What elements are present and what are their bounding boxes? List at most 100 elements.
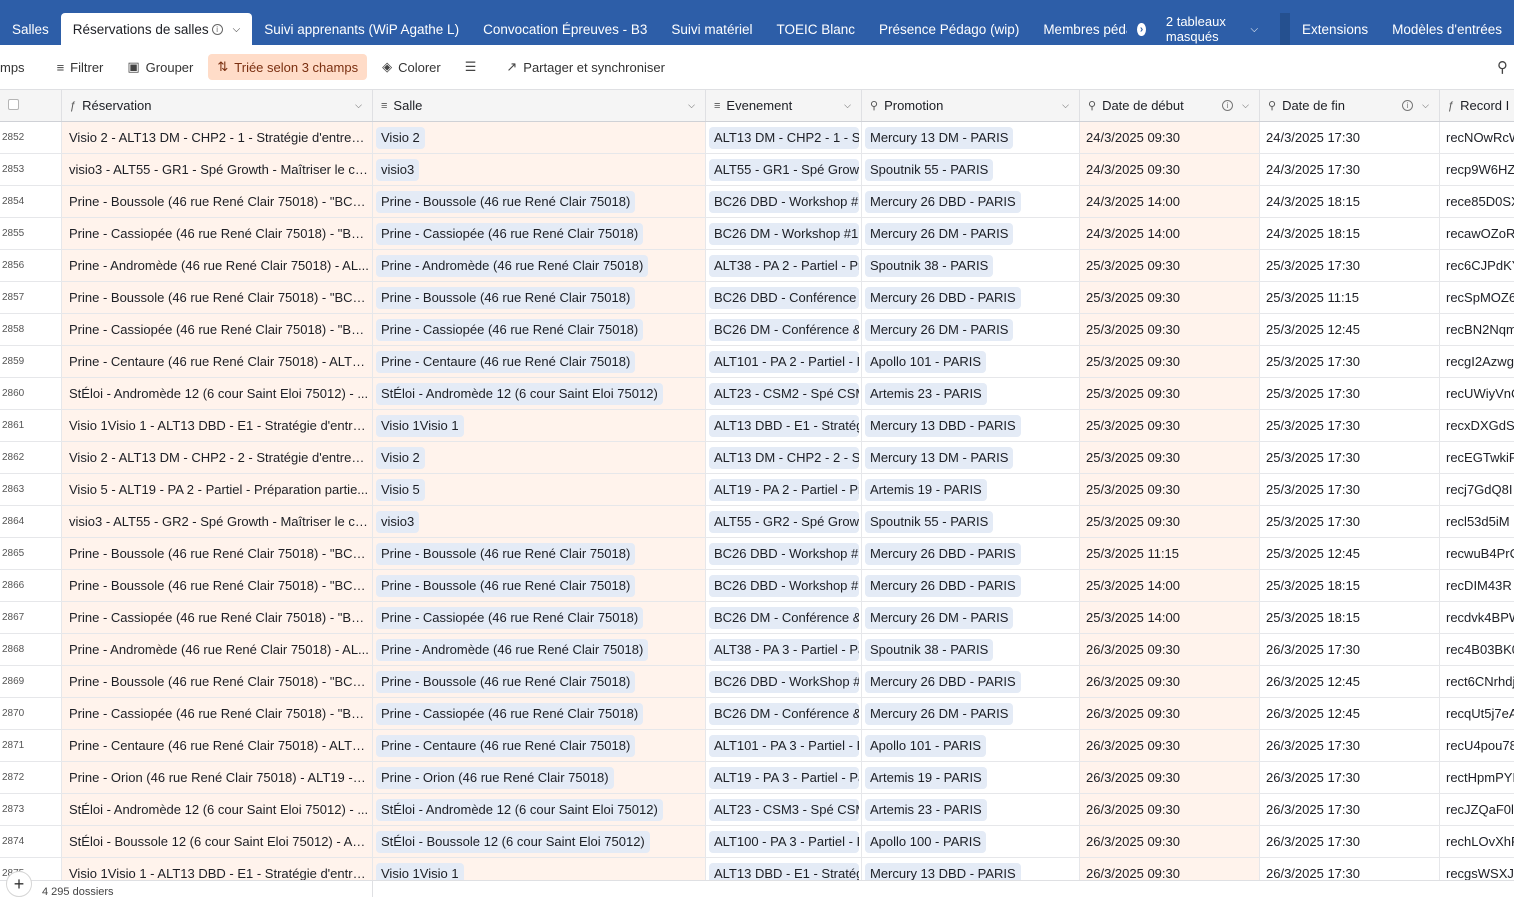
- cell-record-id[interactable]: recgsWSXJH: [1440, 858, 1514, 880]
- cell-salle[interactable]: Prine - Boussole (46 rue René Clair 7501…: [373, 538, 706, 569]
- cell-salle[interactable]: visio3: [373, 506, 706, 537]
- cell-date-fin[interactable]: 25/3/2025 11:15: [1260, 282, 1440, 313]
- cell-date-fin[interactable]: 26/3/2025 17:30: [1260, 634, 1440, 665]
- cell-salle[interactable]: Visio 5: [373, 474, 706, 505]
- cell-promotion[interactable]: Apollo 100 - PARIS: [862, 826, 1080, 857]
- tab-salles[interactable]: Salles: [0, 13, 61, 45]
- table-row[interactable]: 2862 Visio 2 - ALT13 DM - CHP2 - 2 - Stra…: [0, 442, 1514, 474]
- cell-date-debut[interactable]: 25/3/2025 09:30: [1080, 346, 1260, 377]
- evenement-chip[interactable]: ALT13 DM - CHP2 - 2 - St: [709, 446, 859, 469]
- cell-date-debut[interactable]: 24/3/2025 09:30: [1080, 122, 1260, 153]
- evenement-chip[interactable]: ALT55 - GR1 - Spé Growt: [709, 158, 859, 181]
- cell-date-fin[interactable]: 25/3/2025 17:30: [1260, 506, 1440, 537]
- cell-date-fin[interactable]: 25/3/2025 17:30: [1260, 442, 1440, 473]
- cell-promotion[interactable]: Mercury 26 DBD - PARIS: [862, 282, 1080, 313]
- cell-record-id[interactable]: recl53d5iM: [1440, 506, 1514, 537]
- salle-chip[interactable]: Prine - Andromède (46 rue René Clair 750…: [376, 638, 649, 661]
- cell-date-fin[interactable]: 24/3/2025 17:30: [1260, 122, 1440, 153]
- table-row[interactable]: 2853 visio3 - ALT55 - GR1 - Spé Growth - …: [0, 154, 1514, 186]
- cell-evenement[interactable]: ALT13 DBD - E1 - Stratég: [706, 410, 862, 441]
- cell-reservation[interactable]: Prine - Andromède (46 rue René Clair 750…: [62, 250, 373, 281]
- cell-evenement[interactable]: BC26 DBD - WorkShop #: [706, 666, 862, 697]
- evenement-chip[interactable]: BC26 DM - Conférence &: [709, 606, 859, 629]
- cell-evenement[interactable]: BC26 DM - Conférence &: [706, 698, 862, 729]
- group-button[interactable]: ▣ Grouper: [118, 54, 202, 80]
- cell-salle[interactable]: Visio 2: [373, 442, 706, 473]
- cell-date-fin[interactable]: 24/3/2025 17:30: [1260, 154, 1440, 185]
- templates-link[interactable]: Modèles d'entrées: [1380, 22, 1514, 37]
- cell-record-id[interactable]: recp9W6HZ: [1440, 154, 1514, 185]
- tab-convocation-epreuves[interactable]: Convocation Épreuves - B3: [471, 13, 659, 45]
- salle-chip[interactable]: visio3: [376, 158, 420, 181]
- table-row[interactable]: 2868 Prine - Andromède (46 rue René Clair…: [0, 634, 1514, 666]
- cell-reservation[interactable]: Visio 2 - ALT13 DM - CHP2 - 2 - Stratégi…: [62, 442, 373, 473]
- row-height-button[interactable]: ☰: [456, 54, 492, 80]
- cell-promotion[interactable]: Spoutnik 38 - PARIS: [862, 250, 1080, 281]
- cell-record-id[interactable]: recJZQaF0l9: [1440, 794, 1514, 825]
- table-row[interactable]: 2866 Prine - Boussole (46 rue René Clair …: [0, 570, 1514, 602]
- table-row[interactable]: 2852 Visio 2 - ALT13 DM - CHP2 - 1 - Stra…: [0, 122, 1514, 154]
- evenement-chip[interactable]: ALT13 DM - CHP2 - 1 - St: [709, 126, 859, 149]
- cell-promotion[interactable]: Mercury 13 DM - PARIS: [862, 442, 1080, 473]
- cell-reservation[interactable]: Prine - Orion (46 rue René Clair 75018) …: [62, 762, 373, 793]
- tab-suivi-materiel[interactable]: Suivi matériel: [659, 13, 764, 45]
- table-row[interactable]: 2858 Prine - Cassiopée (46 rue René Clair…: [0, 314, 1514, 346]
- cell-evenement[interactable]: BC26 DBD - Conférence #: [706, 282, 862, 313]
- cell-reservation[interactable]: Prine - Cassiopée (46 rue René Clair 750…: [62, 698, 373, 729]
- cell-date-debut[interactable]: 24/3/2025 14:00: [1080, 186, 1260, 217]
- cell-record-id[interactable]: rect6CNrhdj: [1440, 666, 1514, 697]
- table-row[interactable]: 2874 StÉloi - Boussole 12 (6 cour Saint E…: [0, 826, 1514, 858]
- chevron-down-icon[interactable]: ⌵: [688, 100, 695, 111]
- evenement-chip[interactable]: BC26 DM - Conférence &: [709, 318, 859, 341]
- cell-salle[interactable]: Prine - Cassiopée (46 rue René Clair 750…: [373, 314, 706, 345]
- cell-reservation[interactable]: visio3 - ALT55 - GR1 - Spé Growth - Maît…: [62, 154, 373, 185]
- cell-record-id[interactable]: rectHpmPYE: [1440, 762, 1514, 793]
- evenement-chip[interactable]: ALT101 - PA 2 - Partiel - P: [709, 350, 859, 373]
- column-header-record-id[interactable]: ƒ Record I: [1440, 90, 1514, 121]
- cell-salle[interactable]: Visio 1Visio 1: [373, 858, 706, 880]
- evenement-chip[interactable]: BC26 DBD - Workshop #: [709, 190, 859, 213]
- cell-date-debut[interactable]: 26/3/2025 09:30: [1080, 762, 1260, 793]
- cell-promotion[interactable]: Mercury 26 DM - PARIS: [862, 218, 1080, 249]
- cell-promotion[interactable]: Mercury 26 DBD - PARIS: [862, 570, 1080, 601]
- cell-date-debut[interactable]: 26/3/2025 09:30: [1080, 858, 1260, 880]
- table-row[interactable]: 2871 Prine - Centaure (46 rue René Clair …: [0, 730, 1514, 762]
- cell-salle[interactable]: Visio 2: [373, 122, 706, 153]
- cell-salle[interactable]: Prine - Boussole (46 rue René Clair 7501…: [373, 570, 706, 601]
- cell-reservation[interactable]: Prine - Centaure (46 rue René Clair 7501…: [62, 346, 373, 377]
- cell-reservation[interactable]: StÉloi - Boussole 12 (6 cour Saint Eloi …: [62, 826, 373, 857]
- cell-evenement[interactable]: ALT23 - CSM2 - Spé CSM: [706, 378, 862, 409]
- table-row[interactable]: 2860 StÉloi - Andromède 12 (6 cour Saint …: [0, 378, 1514, 410]
- cell-date-debut[interactable]: 26/3/2025 09:30: [1080, 698, 1260, 729]
- cell-record-id[interactable]: recSpMOZ6: [1440, 282, 1514, 313]
- search-icon[interactable]: ⚲: [1497, 58, 1508, 76]
- evenement-chip[interactable]: ALT23 - CSM3 - Spé CSM: [709, 798, 859, 821]
- cell-date-debut[interactable]: 26/3/2025 09:30: [1080, 730, 1260, 761]
- cell-date-fin[interactable]: 26/3/2025 17:30: [1260, 730, 1440, 761]
- evenement-chip[interactable]: ALT55 - GR2 - Spé Growt: [709, 510, 859, 533]
- cell-evenement[interactable]: ALT55 - GR2 - Spé Growt: [706, 506, 862, 537]
- cell-record-id[interactable]: recxDXGdS: [1440, 410, 1514, 441]
- table-row[interactable]: 2872 Prine - Orion (46 rue René Clair 750…: [0, 762, 1514, 794]
- cell-date-fin[interactable]: 24/3/2025 18:15: [1260, 186, 1440, 217]
- cell-salle[interactable]: Prine - Cassiopée (46 rue René Clair 750…: [373, 218, 706, 249]
- cell-evenement[interactable]: ALT38 - PA 3 - Partiel - Pa: [706, 634, 862, 665]
- chevron-down-icon[interactable]: ⌵: [233, 24, 241, 35]
- cell-date-fin[interactable]: 26/3/2025 17:30: [1260, 762, 1440, 793]
- salle-chip[interactable]: Visio 1Visio 1: [376, 862, 464, 880]
- cell-date-debut[interactable]: 24/3/2025 14:00: [1080, 218, 1260, 249]
- salle-chip[interactable]: Prine - Andromède (46 rue René Clair 750…: [376, 254, 649, 277]
- cell-evenement[interactable]: ALT13 DM - CHP2 - 1 - St: [706, 122, 862, 153]
- cell-reservation[interactable]: Prine - Boussole (46 rue René Clair 7501…: [62, 186, 373, 217]
- cell-promotion[interactable]: Mercury 26 DBD - PARIS: [862, 666, 1080, 697]
- salle-chip[interactable]: Prine - Boussole (46 rue René Clair 7501…: [376, 286, 636, 309]
- chevron-down-icon[interactable]: ⌵: [1242, 100, 1249, 111]
- cell-date-fin[interactable]: 25/3/2025 17:30: [1260, 410, 1440, 441]
- table-row[interactable]: 2859 Prine - Centaure (46 rue René Clair …: [0, 346, 1514, 378]
- salle-chip[interactable]: Visio 2: [376, 126, 425, 149]
- cell-promotion[interactable]: Mercury 26 DBD - PARIS: [862, 538, 1080, 569]
- evenement-chip[interactable]: BC26 DBD - Workshop #: [709, 574, 859, 597]
- salle-chip[interactable]: Visio 2: [376, 446, 425, 469]
- evenement-chip[interactable]: BC26 DBD - Workshop #: [709, 542, 859, 565]
- cell-promotion[interactable]: Artemis 19 - PARIS: [862, 474, 1080, 505]
